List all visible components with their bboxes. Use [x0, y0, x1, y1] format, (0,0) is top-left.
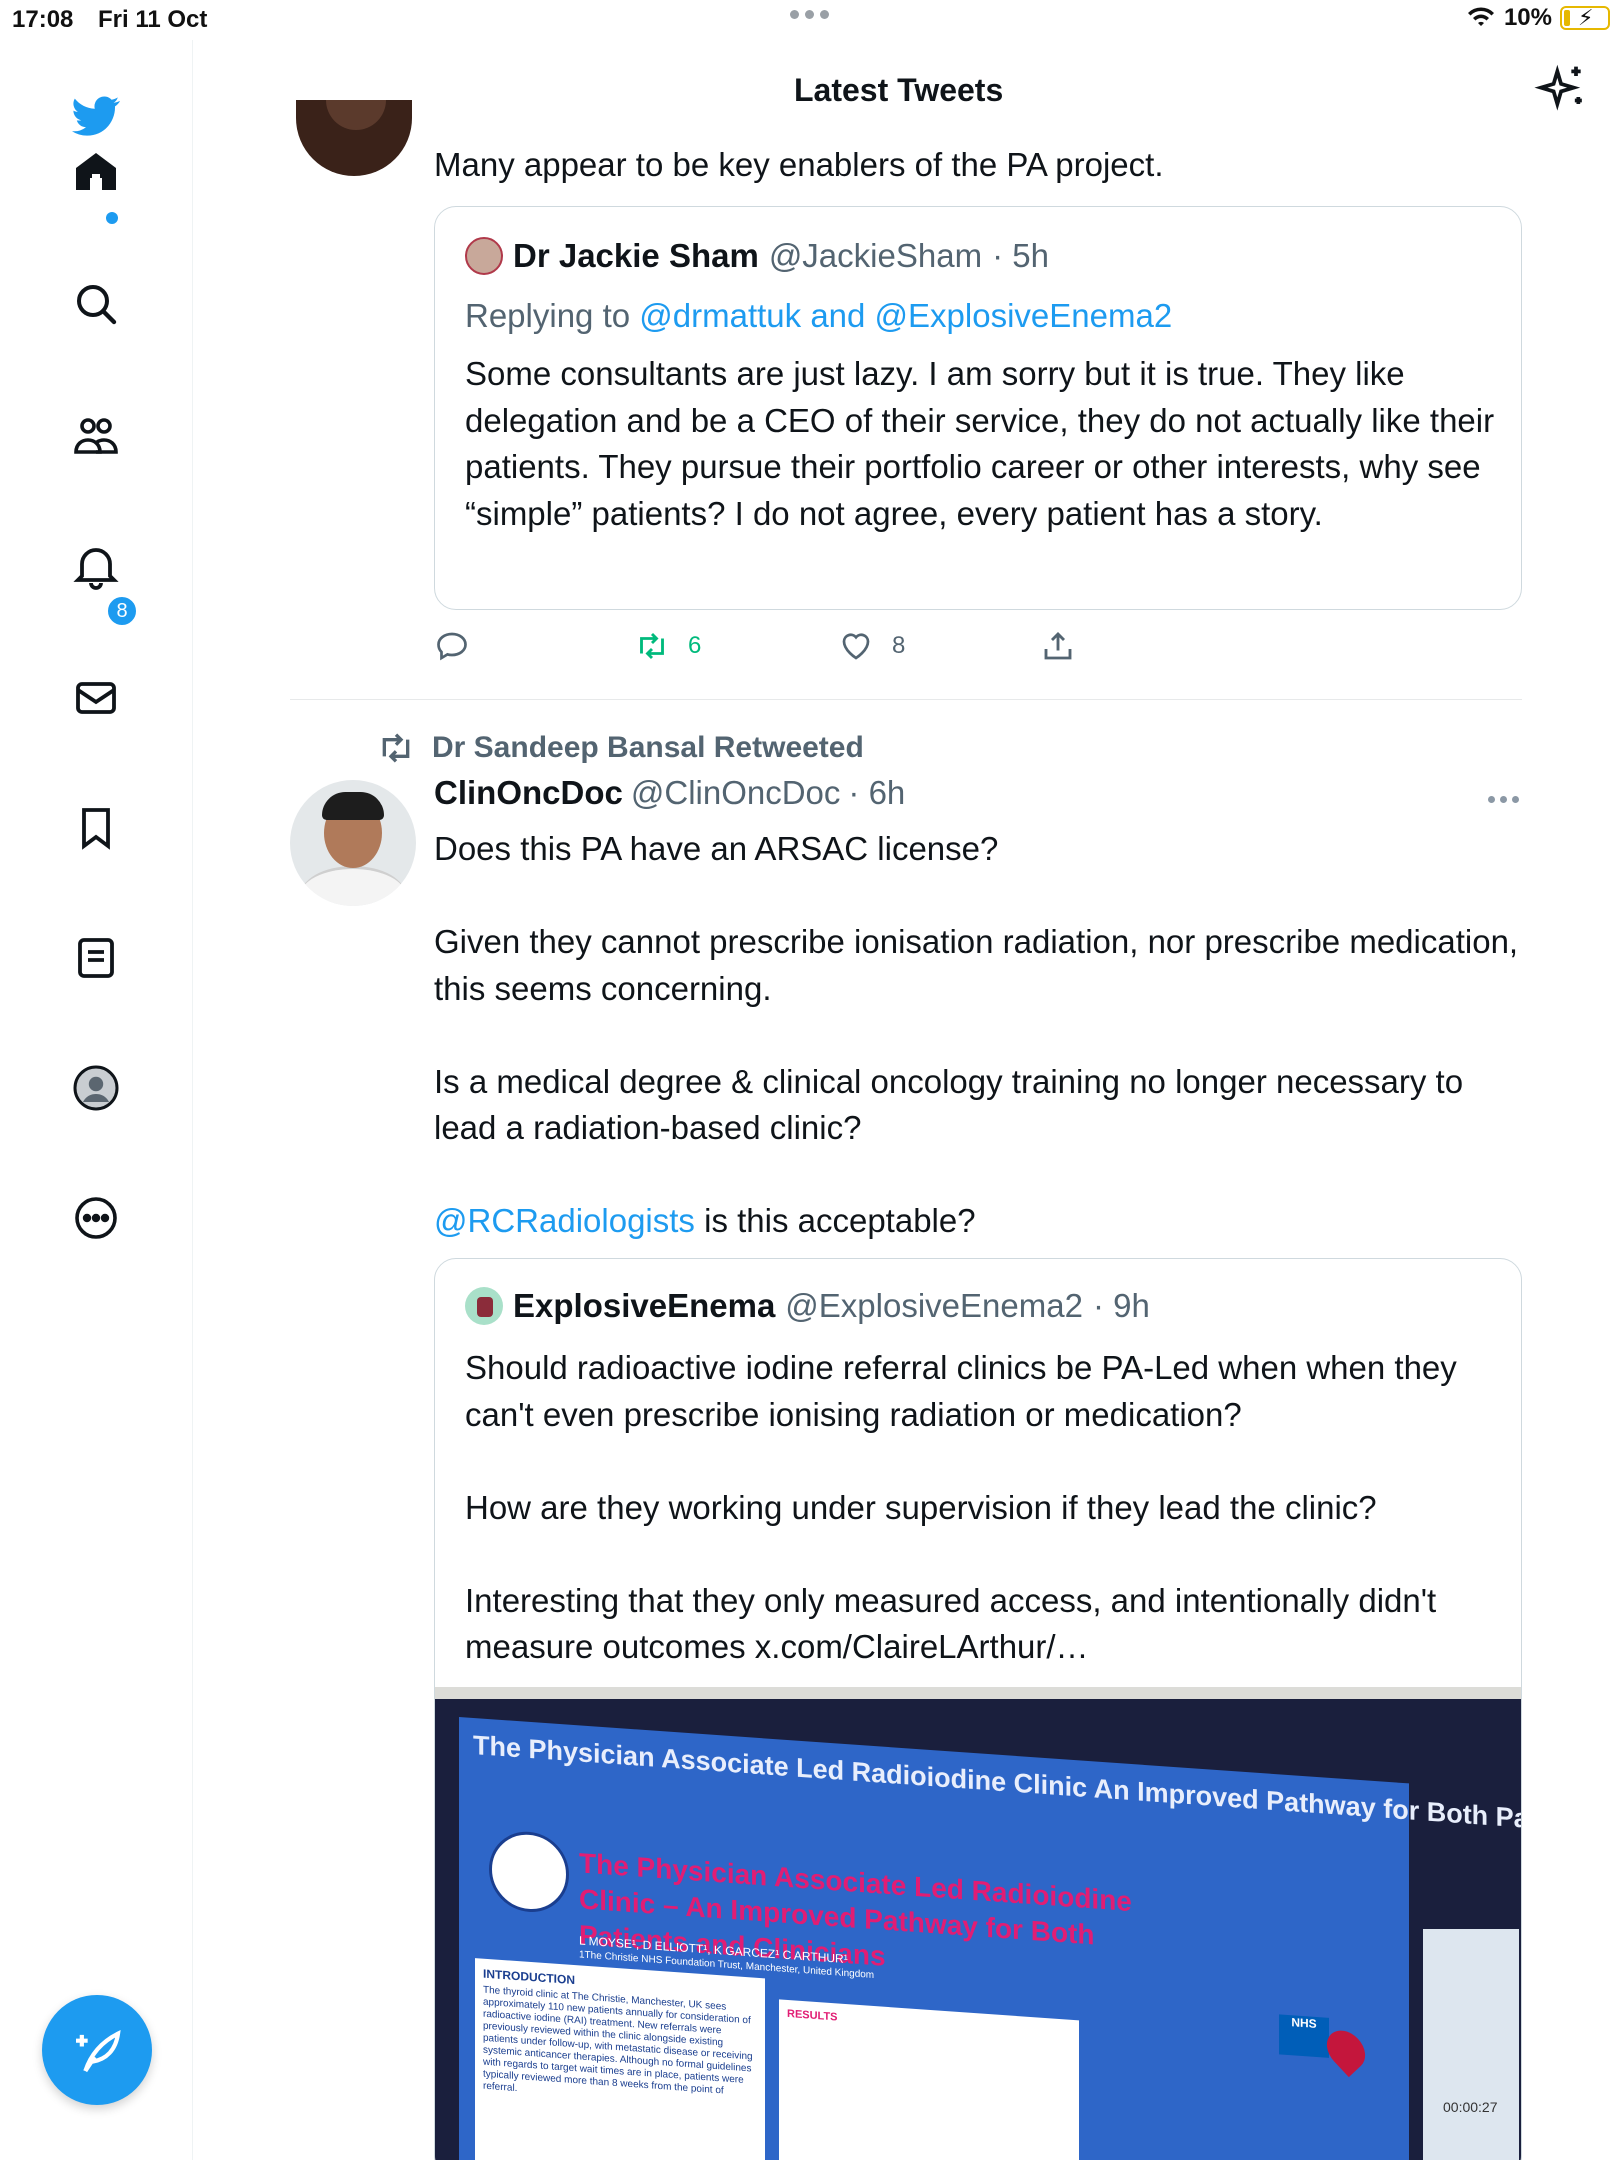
more-options-icon[interactable]	[1488, 796, 1519, 803]
intro-text: The thyroid clinic at The Christie, Manc…	[483, 1984, 753, 2097]
quoted-paragraph	[465, 1531, 1505, 1578]
tweet-time: · 9h	[1092, 1287, 1150, 1324]
poster-intro-panel: INTRODUCTION The thyroid clinic at The C…	[475, 1958, 765, 2160]
home-unread-dot	[106, 212, 118, 224]
quoted-paragraph: Should radioactive iodine referral clini…	[465, 1349, 1457, 1433]
avatar[interactable]	[296, 100, 412, 176]
tweet-paragraph	[434, 1152, 1524, 1199]
avatar[interactable]	[290, 780, 416, 906]
tweet-paragraph: Is a medical degree & clinical oncology …	[434, 1062, 1464, 1147]
quoted-paragraph	[465, 1438, 1505, 1485]
retweet-icon	[382, 733, 410, 763]
tweet-media-image[interactable]: The Physician Associate Led Radioiodine …	[435, 1687, 1521, 2160]
results-heading: RESULTS	[787, 2007, 838, 2024]
twitter-logo-icon[interactable]	[70, 90, 122, 142]
mention-rest: is this acceptable?	[694, 1202, 976, 1239]
reply-icon	[437, 632, 467, 661]
author-handle: @ClinOncDoc	[630, 774, 841, 811]
retweeted-by-label: Dr Sandeep Bansal Retweeted	[432, 731, 864, 764]
tweet-time: · 5h	[992, 237, 1049, 274]
like-button[interactable]: 8	[838, 628, 905, 664]
quoted-tweet-header: ExplosiveEnema @ExplosiveEnema2 · 9h	[465, 1287, 1150, 1325]
tweet-paragraph: @RCRadiologists is this acceptable?	[434, 1198, 1524, 1245]
search-icon[interactable]	[70, 278, 122, 330]
home-icon[interactable]	[70, 146, 122, 198]
status-right: 10% ⚡	[1466, 4, 1610, 32]
tweet-paragraph	[434, 873, 1524, 920]
author-handle: @JackieSham	[768, 237, 983, 274]
author-name: ExplosiveEnema	[513, 1287, 776, 1324]
avatar	[465, 237, 503, 275]
camera-panel: 00:00:27	[1423, 1929, 1519, 2160]
nhs-logo: NHS	[1279, 2014, 1329, 2058]
replying-to-link[interactable]: @drmattuk and @ExplosiveEnema2	[639, 297, 1172, 334]
author-handle: @ExplosiveEnema2	[785, 1287, 1083, 1324]
quoted-tweet-text: Some consultants are just lazy. I am sor…	[465, 355, 1495, 532]
status-bar: 17:08 Fri 11 Oct 10% ⚡	[0, 0, 1620, 40]
tweet-actions: 6 8	[434, 628, 1134, 672]
quoted-tweet[interactable]: ExplosiveEnema @ExplosiveEnema2 · 9h Sho…	[434, 1258, 1522, 2160]
bell-icon[interactable]	[70, 540, 122, 592]
battery-icon: ⚡	[1560, 5, 1610, 30]
compose-icon	[76, 2029, 121, 2073]
quoted-paragraph: Interesting that they only measured acce…	[465, 1581, 1437, 1666]
author-name[interactable]: ClinOncDoc	[434, 774, 623, 812]
tweet-text: Does this PA have an ARSAC license? Give…	[434, 826, 1524, 1245]
quoted-paragraph: How are they working under supervision i…	[465, 1488, 1377, 1526]
retweet-icon	[640, 632, 664, 660]
poster-title: The Physician Associate Led Radioiodine …	[473, 1729, 1522, 1852]
profile-icon[interactable]	[70, 1062, 122, 1114]
divider	[290, 699, 1522, 700]
avatar	[465, 1287, 503, 1325]
people-icon[interactable]	[70, 410, 122, 462]
tweet-paragraph: Given they cannot prescribe ionisation r…	[434, 923, 1519, 1007]
tweet-text: Many appear to be key enablers of the PA…	[434, 146, 1164, 183]
quoted-tweet-text: Should radioactive iodine referral clini…	[465, 1345, 1505, 1671]
poster-logo	[489, 1829, 569, 1915]
wifi-icon	[1467, 7, 1494, 26]
tweet-header: ClinOncDoc @ClinOncDoc · 6h	[434, 774, 905, 812]
sidebar: 8	[0, 40, 193, 2160]
replying-to: Replying to @drmattuk and @ExplosiveEnem…	[465, 297, 1172, 335]
replying-prefix: Replying to	[465, 297, 631, 334]
mention-link[interactable]: @RCRadiologists	[434, 1202, 695, 1239]
timer-text: 00:00:27	[1443, 2099, 1498, 2115]
share-button[interactable]	[1040, 628, 1076, 664]
poster-results-panel: RESULTS	[779, 1999, 1079, 2160]
status-date: Fri 11 Oct	[98, 6, 208, 33]
quoted-tweet[interactable]: Dr Jackie Sham @JackieSham · 5h Replying…	[434, 206, 1522, 610]
multitasking-dots[interactable]	[790, 10, 829, 19]
quoted-tweet-header: Dr Jackie Sham @JackieSham · 5h	[465, 237, 1049, 275]
list-icon[interactable]	[70, 932, 122, 984]
sparkle-icon[interactable]	[1534, 62, 1590, 118]
tweet-paragraph	[434, 1012, 1524, 1059]
author-name: Dr Jackie Sham	[513, 237, 759, 274]
bookmark-icon[interactable]	[70, 802, 122, 854]
tweet-paragraph: Does this PA have an ARSAC license?	[434, 830, 999, 867]
heart-icon	[842, 633, 870, 660]
notifications-badge: 8	[106, 595, 138, 627]
status-time: 17:08	[12, 6, 74, 33]
like-count: 8	[892, 632, 906, 659]
retweeted-by[interactable]: Dr Sandeep Bansal Retweeted	[376, 728, 864, 768]
reply-button[interactable]	[434, 628, 488, 664]
poster: The Physician Associate Led Radioiodine …	[459, 1717, 1521, 2160]
retweet-count: 6	[688, 632, 702, 659]
battery-percent: 10%	[1503, 4, 1552, 31]
retweet-button[interactable]: 6	[634, 628, 701, 664]
mail-icon[interactable]	[70, 672, 122, 724]
tweet-time: · 6h	[848, 774, 906, 811]
share-icon	[1044, 631, 1072, 660]
more-icon[interactable]	[70, 1192, 122, 1244]
compose-button[interactable]	[42, 1995, 152, 2105]
page-title: Latest Tweets	[794, 72, 1004, 108]
monitor-screen: The Physician Associate Led Radioiodine …	[435, 1699, 1521, 2160]
